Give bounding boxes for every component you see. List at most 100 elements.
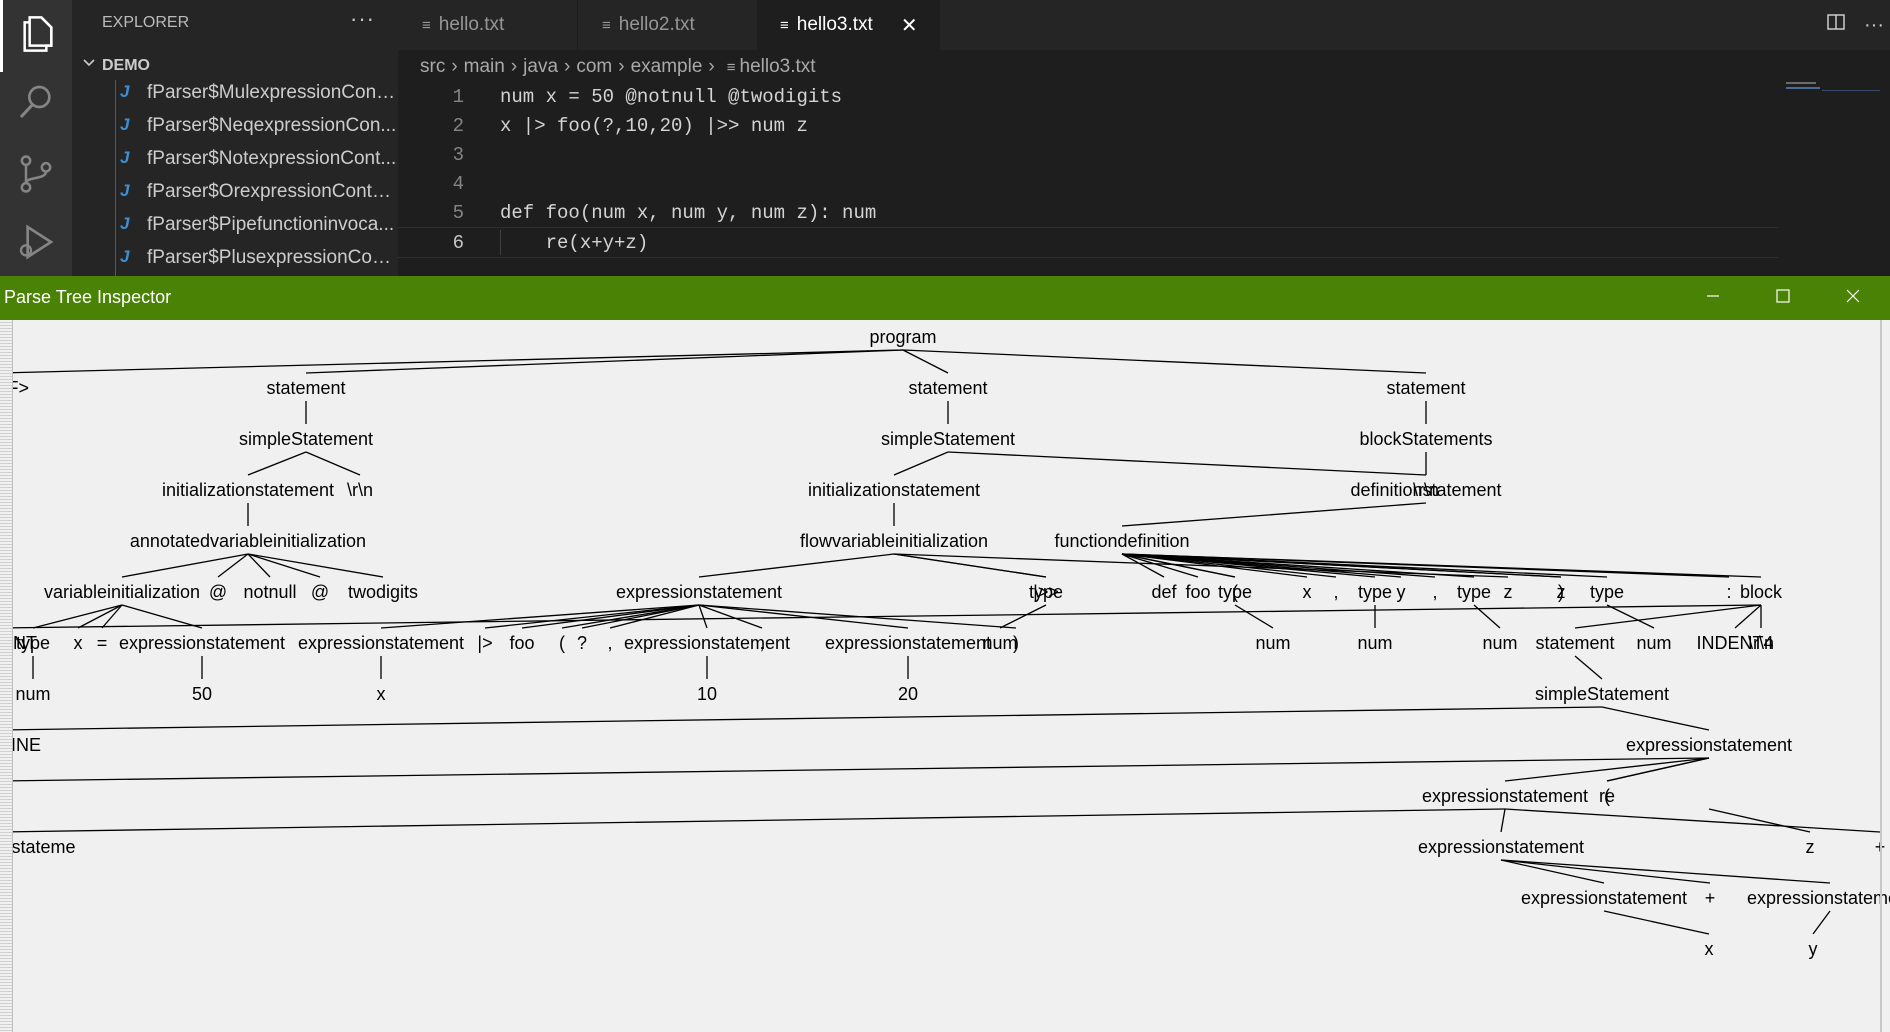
resize-handle[interactable] xyxy=(0,320,13,1032)
tree-node[interactable]: foo xyxy=(509,633,534,653)
minimize-button[interactable] xyxy=(1678,276,1748,320)
tree-node[interactable]: x xyxy=(1705,939,1714,959)
tree-node[interactable]: : xyxy=(1726,582,1731,602)
tree-node[interactable]: num xyxy=(1357,633,1392,653)
tree-node[interactable]: num xyxy=(1255,633,1290,653)
tree-node[interactable]: type xyxy=(1029,582,1063,602)
tree-node[interactable]: + xyxy=(1705,888,1716,908)
breadcrumb-item[interactable]: example xyxy=(631,56,703,78)
tree-node[interactable]: @ xyxy=(311,582,329,602)
tree-node[interactable]: z xyxy=(1806,837,1815,857)
tree-node[interactable]: expressionstatement xyxy=(298,633,464,653)
tree-node[interactable]: expressionstatement xyxy=(1626,735,1792,755)
split-editor-icon[interactable] xyxy=(1826,12,1846,38)
inspector-title-bar[interactable]: Parse Tree Inspector xyxy=(0,276,1890,320)
tree-node[interactable]: type xyxy=(1218,582,1252,602)
code-editor[interactable]: 1 num x = 50 @notnull @twodigits 2 x |> fo… xyxy=(398,82,1778,276)
breadcrumb-item[interactable]: hello3.txt xyxy=(740,56,816,78)
file-item[interactable]: JfParser$OrexpressionConte... xyxy=(72,176,398,209)
tree-node[interactable]: num xyxy=(982,633,1017,653)
tree-node[interactable]: y xyxy=(1397,582,1406,602)
tree-node[interactable]: type xyxy=(1590,582,1624,602)
file-item[interactable]: JfParser$NeqexpressionCon... xyxy=(72,110,398,143)
tab-hello2[interactable]: ≡ hello2.txt xyxy=(578,0,758,50)
source-control-activity-button[interactable] xyxy=(0,140,72,212)
tree-node[interactable]: expressionstatement xyxy=(825,633,991,653)
minimap[interactable] xyxy=(1786,82,1890,122)
tree-node[interactable]: 20 xyxy=(898,684,918,704)
tree-node[interactable]: num xyxy=(15,684,50,704)
line-text[interactable]: re(x+y+z) xyxy=(500,232,649,254)
tree-node[interactable]: expressionstatement xyxy=(119,633,285,653)
tree-node[interactable]: functiondefinition xyxy=(1054,531,1189,551)
breadcrumb-item[interactable]: src xyxy=(420,56,445,78)
tree-node[interactable]: @ xyxy=(209,582,227,602)
tree-node[interactable]: variableinitialization xyxy=(44,582,200,602)
tree-node[interactable]: , xyxy=(1432,582,1437,602)
tree-node[interactable]: ( xyxy=(559,633,565,653)
tree-node[interactable]: blockStatements xyxy=(1359,429,1492,449)
tree-node[interactable]: expressionstatement xyxy=(1418,837,1584,857)
tree-node[interactable]: z xyxy=(1504,582,1513,602)
tree-node[interactable]: x xyxy=(377,684,386,704)
line-text[interactable]: def foo(num x, num y, num z): num xyxy=(500,202,876,224)
tree-node[interactable]: num xyxy=(1636,633,1671,653)
tree-node[interactable]: simpleStatement xyxy=(1535,684,1669,704)
tree-node[interactable]: , xyxy=(1333,582,1338,602)
tree-node[interactable]: |> xyxy=(477,633,492,653)
tree-node[interactable]: type xyxy=(1358,582,1392,602)
tree-node[interactable]: annotatedvariableinitialization xyxy=(130,531,366,551)
tree-node[interactable]: statement xyxy=(1386,378,1465,398)
tree-node[interactable]: initializationstatement xyxy=(808,480,980,500)
tree-node[interactable]: expressionstatement xyxy=(1747,888,1890,908)
file-item[interactable]: JfParser$NotexpressionCont... xyxy=(72,143,398,176)
tree-node[interactable]: definitionstatement xyxy=(1350,480,1501,500)
file-item[interactable]: JfParser$Pipefunctioninvoca... xyxy=(72,209,398,242)
tab-hello3[interactable]: ≡ hello3.txt ✕ xyxy=(758,0,940,50)
tree-node[interactable]: x xyxy=(74,633,83,653)
tree-node[interactable]: ) xyxy=(1558,582,1564,602)
tree-node[interactable]: def xyxy=(1151,582,1177,602)
tree-node[interactable]: type xyxy=(1457,582,1491,602)
tree-node[interactable]: ? xyxy=(577,633,587,653)
close-tab-icon[interactable]: ✕ xyxy=(901,13,918,38)
more-actions-icon[interactable]: ··· xyxy=(350,6,375,32)
close-button[interactable] xyxy=(1818,276,1888,320)
tree-node[interactable]: statement xyxy=(908,378,987,398)
tree-node[interactable]: = xyxy=(97,633,108,653)
tree-node[interactable]: \r\n xyxy=(347,480,373,500)
tree-node[interactable]: x xyxy=(1303,582,1312,602)
tree-node[interactable]: simpleStatement xyxy=(239,429,373,449)
tree-node[interactable]: expressionstatement xyxy=(624,633,790,653)
tab-hello[interactable]: ≡ hello.txt xyxy=(398,0,578,50)
maximize-button[interactable] xyxy=(1748,276,1818,320)
more-actions-icon[interactable]: ··· xyxy=(1864,14,1884,37)
explorer-activity-button[interactable] xyxy=(0,0,72,72)
tree-node[interactable]: foo xyxy=(1185,582,1210,602)
tree-node[interactable]: statement xyxy=(266,378,345,398)
tree-node[interactable]: , xyxy=(759,633,764,653)
file-item[interactable]: JfParser$PlusexpressionCon... xyxy=(72,242,398,275)
line-text[interactable]: x |> foo(?,10,20) |>> num z xyxy=(500,115,808,137)
tree-node[interactable]: y xyxy=(1809,939,1818,959)
tree-node[interactable]: 50 xyxy=(192,684,212,704)
tree-node[interactable]: initializationstatement xyxy=(162,480,334,500)
search-activity-button[interactable] xyxy=(0,68,72,140)
tree-node[interactable]: ( xyxy=(1604,786,1610,806)
tree-node[interactable]: expressionstatement xyxy=(1521,888,1687,908)
breadcrumb-item[interactable]: com xyxy=(576,56,612,78)
tree-node[interactable]: flowvariableinitialization xyxy=(800,531,988,551)
tree-node[interactable]: program xyxy=(869,327,936,347)
tree-node[interactable]: INDENT4 xyxy=(1696,633,1773,653)
tree-node[interactable]: twodigits xyxy=(348,582,418,602)
run-debug-activity-button[interactable] xyxy=(0,212,72,276)
tree-node[interactable]: block xyxy=(1740,582,1783,602)
tree-node[interactable]: 10 xyxy=(697,684,717,704)
tree-node[interactable]: notnull xyxy=(243,582,296,602)
file-item[interactable]: JfParser$MulexpressionCont... xyxy=(72,77,398,110)
tree-node[interactable]: expressionstatement xyxy=(1422,786,1588,806)
tree-node[interactable]: simpleStatement xyxy=(881,429,1015,449)
breadcrumb-item[interactable]: java xyxy=(523,56,558,78)
tree-node[interactable]: , xyxy=(607,633,612,653)
tree-node[interactable]: expressionstatement xyxy=(616,582,782,602)
